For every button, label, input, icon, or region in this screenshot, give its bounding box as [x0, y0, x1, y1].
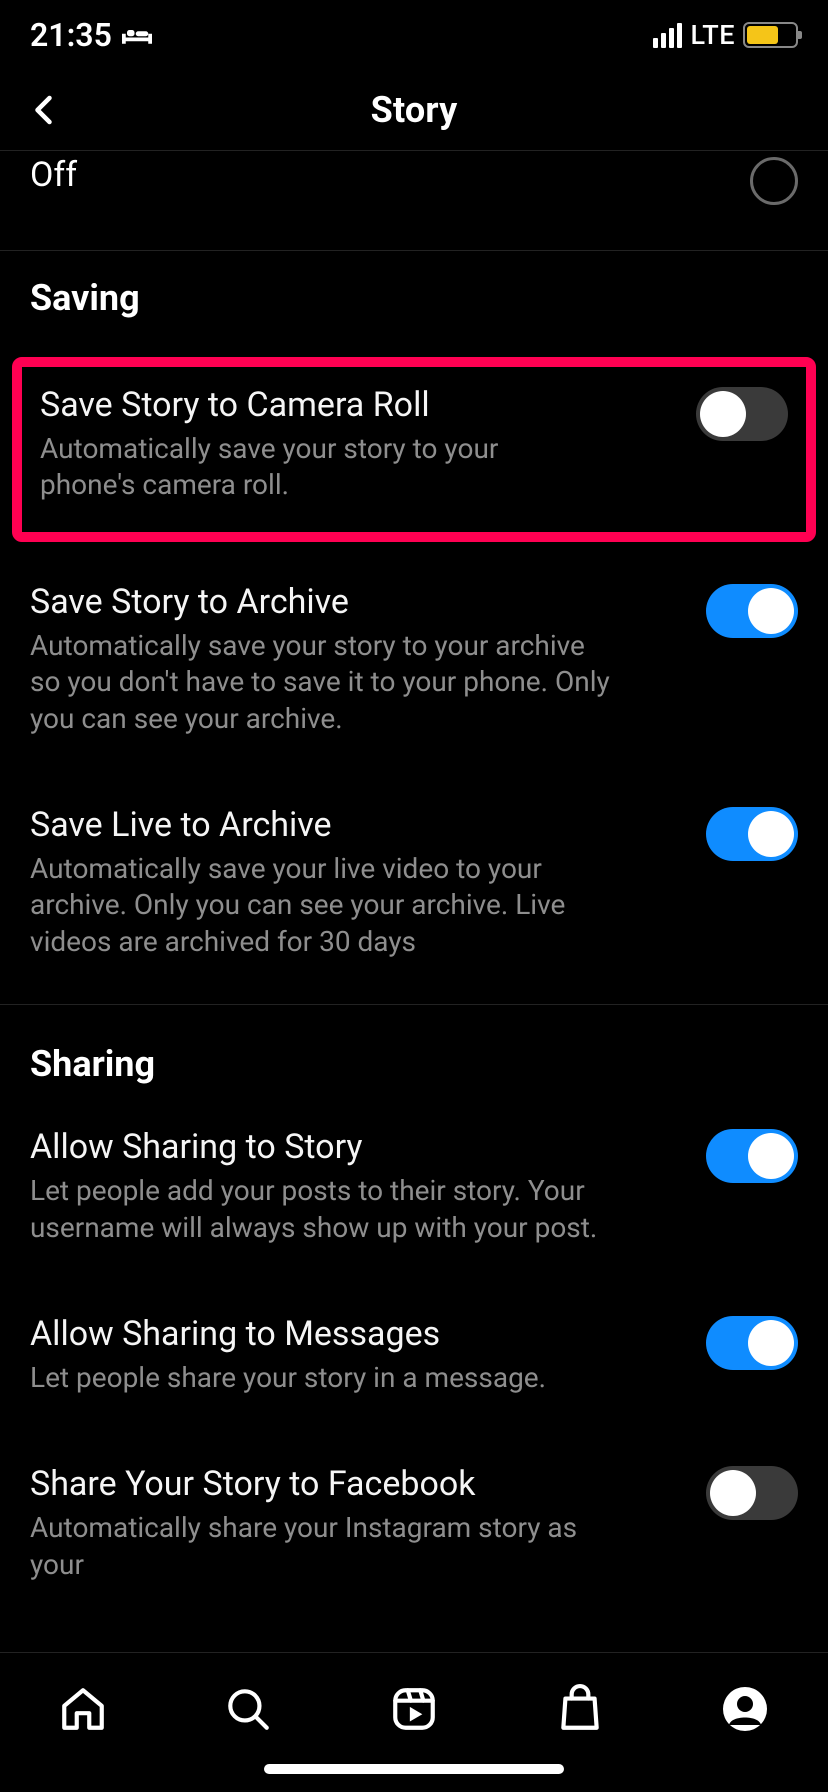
tab-profile[interactable]: [715, 1679, 775, 1739]
setting-label: Save Story to Camera Roll: [40, 385, 580, 425]
home-icon: [58, 1684, 108, 1734]
option-off-label: Off: [30, 155, 77, 195]
toggle-save-live-archive[interactable]: [706, 807, 798, 861]
status-bar-left: 21:35: [30, 16, 152, 54]
home-indicator[interactable]: [264, 1764, 564, 1774]
tab-home[interactable]: [53, 1679, 113, 1739]
option-off-row[interactable]: Off: [0, 150, 828, 251]
bed-icon: [122, 24, 152, 46]
setting-desc: Automatically save your story to your ar…: [30, 628, 610, 737]
profile-icon: [721, 1685, 769, 1733]
setting-allow-share-messages[interactable]: Allow Sharing to Messages Let people sha…: [0, 1280, 828, 1430]
section-sharing: Sharing Allow Sharing to Story Let peopl…: [0, 1005, 828, 1583]
network-label: LTE: [690, 19, 735, 51]
setting-desc: Let people share your story in a message…: [30, 1360, 610, 1396]
radio-icon[interactable]: [750, 157, 798, 205]
section-saving: Saving Save Story to Camera Roll Automat…: [0, 251, 828, 1005]
setting-save-live-archive[interactable]: Save Live to Archive Automatically save …: [0, 771, 828, 994]
tab-search[interactable]: [218, 1679, 278, 1739]
setting-label: Save Live to Archive: [30, 805, 610, 845]
setting-text: Save Story to Camera Roll Automatically …: [40, 385, 580, 504]
setting-label: Allow Sharing to Messages: [30, 1314, 610, 1354]
reels-icon: [389, 1684, 439, 1734]
toggle-save-camera-roll[interactable]: [696, 387, 788, 441]
setting-text: Save Live to Archive Automatically save …: [30, 805, 610, 960]
setting-share-facebook[interactable]: Share Your Story to Facebook Automatical…: [0, 1430, 828, 1583]
setting-desc: Automatically share your Instagram story…: [30, 1510, 610, 1583]
setting-save-archive[interactable]: Save Story to Archive Automatically save…: [0, 548, 828, 771]
setting-desc: Automatically save your live video to yo…: [30, 851, 610, 960]
section-title-saving: Saving: [0, 251, 828, 337]
nav-header: Story: [0, 70, 828, 150]
toggle-allow-share-messages[interactable]: [706, 1316, 798, 1370]
content-area: Off Saving Save Story to Camera Roll Aut…: [0, 150, 828, 1583]
setting-label: Allow Sharing to Story: [30, 1127, 610, 1167]
setting-allow-share-story[interactable]: Allow Sharing to Story Let people add yo…: [0, 1093, 828, 1280]
tab-reels[interactable]: [384, 1679, 444, 1739]
page-title: Story: [371, 89, 458, 131]
toggle-allow-share-story[interactable]: [706, 1129, 798, 1183]
setting-desc: Automatically save your story to your ph…: [40, 431, 580, 504]
setting-text: Allow Sharing to Messages Let people sha…: [30, 1314, 610, 1396]
setting-desc: Let people add your posts to their story…: [30, 1173, 610, 1246]
toggle-share-facebook[interactable]: [706, 1466, 798, 1520]
setting-text: Allow Sharing to Story Let people add yo…: [30, 1127, 610, 1246]
toggle-save-archive[interactable]: [706, 584, 798, 638]
tab-shop[interactable]: [550, 1679, 610, 1739]
setting-label: Save Story to Archive: [30, 582, 610, 622]
battery-icon: [743, 22, 798, 48]
status-time: 21:35: [30, 16, 112, 54]
status-bar: 21:35 LTE: [0, 0, 828, 70]
shop-icon: [555, 1684, 605, 1734]
search-icon: [223, 1684, 273, 1734]
setting-text: Share Your Story to Facebook Automatical…: [30, 1464, 610, 1583]
setting-label: Share Your Story to Facebook: [30, 1464, 610, 1504]
section-title-sharing: Sharing: [0, 1005, 828, 1093]
tab-bar: [0, 1652, 828, 1792]
status-bar-right: LTE: [653, 19, 798, 51]
signal-icon: [653, 23, 682, 48]
setting-text: Save Story to Archive Automatically save…: [30, 582, 610, 737]
back-button[interactable]: [20, 85, 70, 135]
setting-save-camera-roll[interactable]: Save Story to Camera Roll Automatically …: [12, 357, 816, 542]
